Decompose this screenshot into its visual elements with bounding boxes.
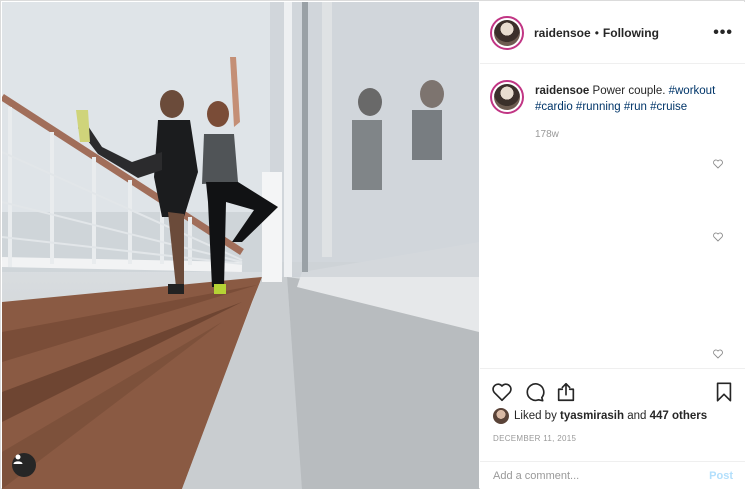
header-username[interactable]: raidensoe <box>534 26 591 40</box>
hashtag[interactable]: #cruise <box>650 101 687 113</box>
likes-summary: Liked by tyasmirasih and 447 others <box>493 408 707 424</box>
post-side-panel: raidensoe • Following ••• raidensoe Powe… <box>480 2 745 489</box>
hashtag[interactable]: #running <box>576 101 621 113</box>
caption: raidensoe Power couple. #workout #cardio… <box>490 80 740 143</box>
heart-icon[interactable] <box>491 381 513 403</box>
bookmark-icon[interactable] <box>713 381 735 403</box>
action-bar <box>480 368 745 412</box>
caption-username[interactable]: raidensoe <box>535 85 589 97</box>
post-photo[interactable] <box>2 2 479 489</box>
header-separator: • <box>594 25 599 40</box>
caption-avatar[interactable] <box>490 80 524 114</box>
post-header: raidensoe • Following ••• <box>480 2 745 64</box>
heart-icon[interactable] <box>713 232 723 242</box>
post-comment-button[interactable]: Post <box>709 470 733 482</box>
likes-others-link[interactable]: 447 others <box>650 410 708 422</box>
hashtag[interactable]: #run <box>624 101 647 113</box>
liker-username[interactable]: tyasmirasih <box>560 410 624 422</box>
caption-timestamp[interactable]: 178w <box>535 127 735 143</box>
post-date[interactable]: DECEMBER 11, 2015 <box>493 434 576 443</box>
heart-icon[interactable] <box>713 349 723 359</box>
hashtag[interactable]: #cardio <box>535 101 573 113</box>
person-icon <box>13 454 23 464</box>
share-icon[interactable] <box>555 381 577 403</box>
comment-form: Post <box>480 461 745 489</box>
liker-avatar[interactable] <box>493 408 509 424</box>
comment-input[interactable] <box>493 469 693 482</box>
avatar[interactable] <box>490 15 524 50</box>
comment-icon[interactable] <box>523 381 545 403</box>
photo-illustration <box>2 2 479 489</box>
more-horizontal-icon[interactable]: ••• <box>713 24 733 42</box>
heart-icon[interactable] <box>713 159 723 169</box>
likes-prefix: Liked by <box>514 410 557 422</box>
post-modal: raidensoe • Following ••• raidensoe Powe… <box>0 0 745 489</box>
likes-and: and <box>627 410 647 422</box>
caption-text: raidensoe Power couple. #workout #cardio… <box>535 83 735 143</box>
caption-body: Power couple. <box>592 85 666 97</box>
follow-status-button[interactable]: Following <box>603 26 659 40</box>
hashtag[interactable]: #workout <box>669 85 716 97</box>
user-tag-icon[interactable] <box>12 453 36 477</box>
